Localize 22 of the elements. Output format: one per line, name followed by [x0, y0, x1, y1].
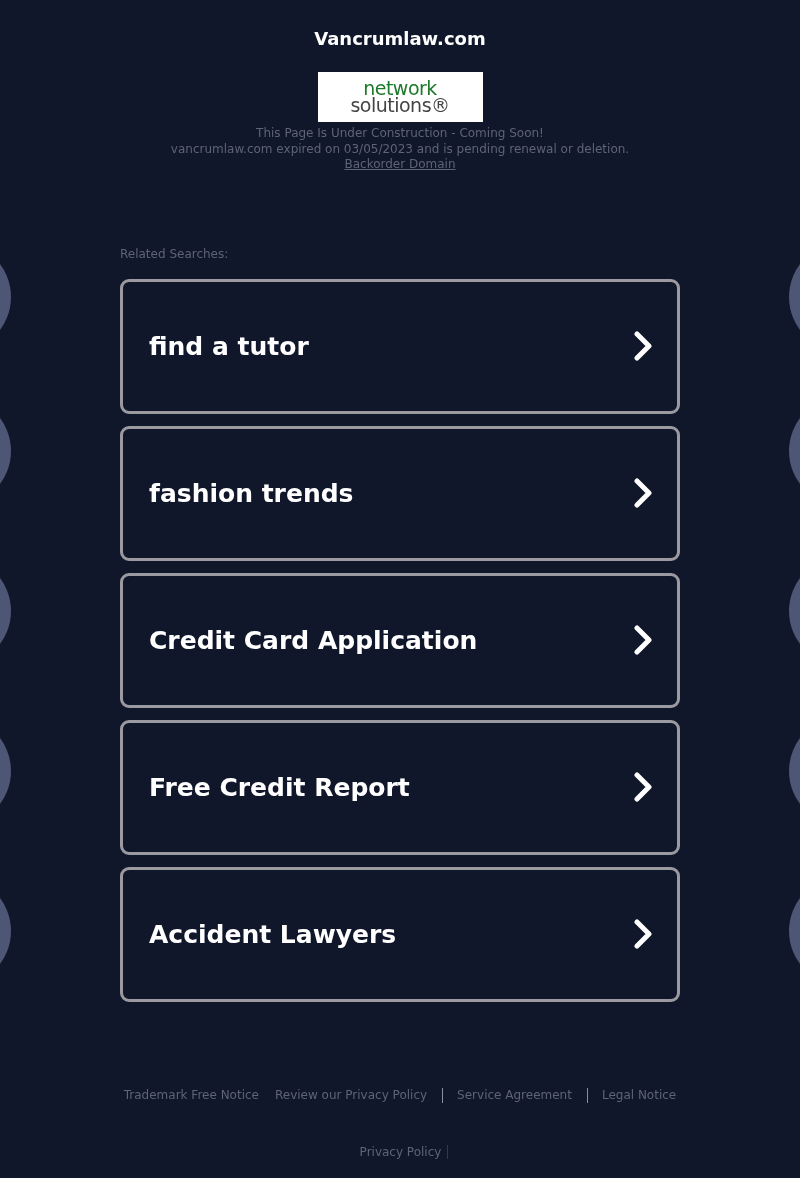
search-link[interactable]: Accident Lawyers: [120, 866, 680, 1002]
chevron-right-icon: [633, 331, 653, 361]
notice-text: This Page Is Under Construction - Coming Soon!: [256, 126, 544, 142]
search-link[interactable]: Free Credit Report: [120, 719, 680, 855]
section-label: Related Searches:: [120, 246, 230, 262]
chevron-right-icon: [633, 919, 653, 949]
chevron-right-icon: [633, 772, 653, 802]
footer-link[interactable]: Review our Privacy Policy: [267, 1087, 436, 1103]
logo-text: network: [363, 80, 437, 97]
footer-link[interactable]: Trademark Free Notice: [115, 1087, 267, 1103]
footer-link[interactable]: Service Agreement: [442, 1087, 580, 1103]
chevron-right-icon: [633, 478, 653, 508]
notice-text: vancrumlaw.com expired on 03/05/2023 and is pending renewal or deletion.: [170, 141, 630, 157]
site-title: Vancrumlaw.com: [314, 28, 486, 50]
logo-text: solutions®: [350, 97, 450, 114]
backorder-link[interactable]: Backorder Domain: [344, 157, 456, 171]
search-link[interactable]: fashion trends: [120, 425, 680, 561]
search-link[interactable]: find a tutor: [120, 278, 680, 414]
footer-link[interactable]: Privacy Policy: [351, 1144, 449, 1159]
chevron-right-icon: [633, 625, 653, 655]
footer-link[interactable]: Legal Notice: [586, 1087, 685, 1103]
search-link[interactable]: Credit Card Application: [120, 572, 680, 708]
